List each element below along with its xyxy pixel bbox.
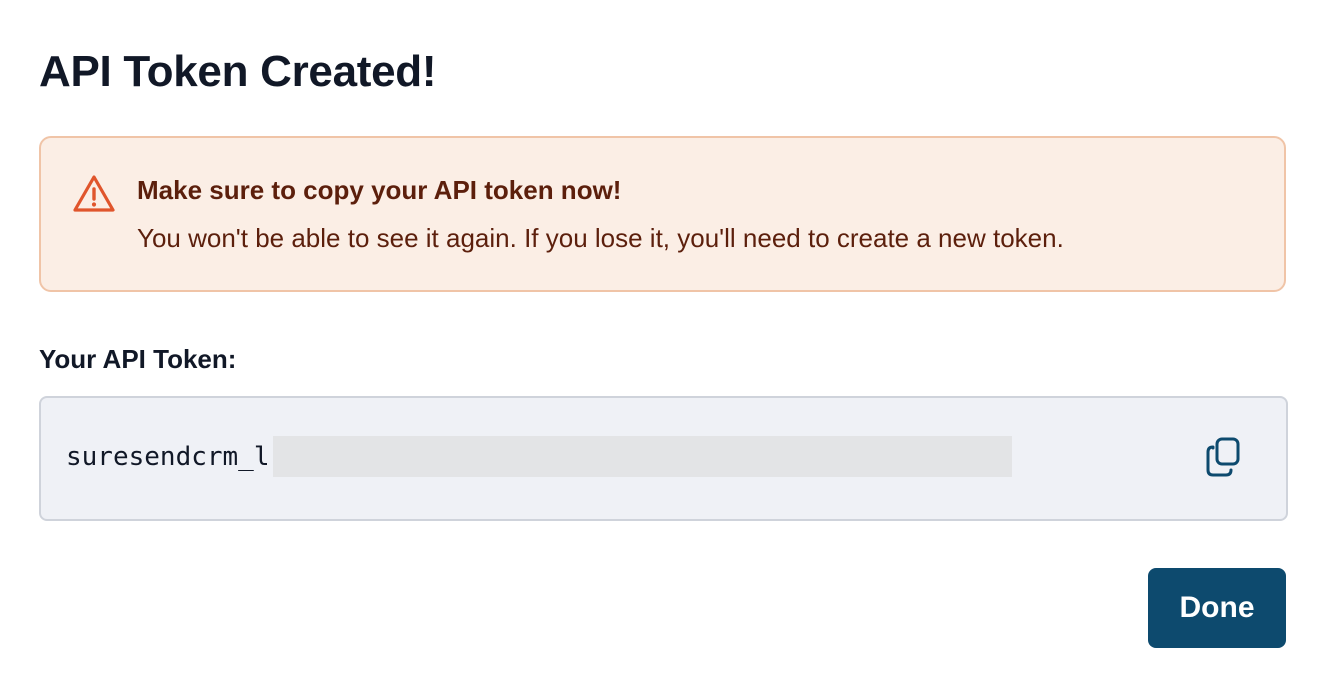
token-redaction-block [273,436,1012,477]
copy-token-button[interactable] [1201,436,1247,482]
warning-triangle-icon [72,174,116,214]
api-token-label: Your API Token: [39,344,237,374]
alert-heading: Make sure to copy your API token now! [137,175,622,205]
warning-alert: Make sure to copy your API token now! Yo… [39,136,1286,292]
dialog-title: API Token Created! [39,47,437,96]
api-token-value[interactable]: suresendcrm_l [66,438,270,476]
copy-icon [1204,436,1244,483]
api-token-created-dialog: API Token Created! Make sure to copy you… [39,0,1288,686]
done-button[interactable]: Done [1148,568,1286,648]
api-token-field[interactable]: suresendcrm_l [39,396,1288,521]
alert-message: You won't be able to see it again. If yo… [137,223,1064,253]
